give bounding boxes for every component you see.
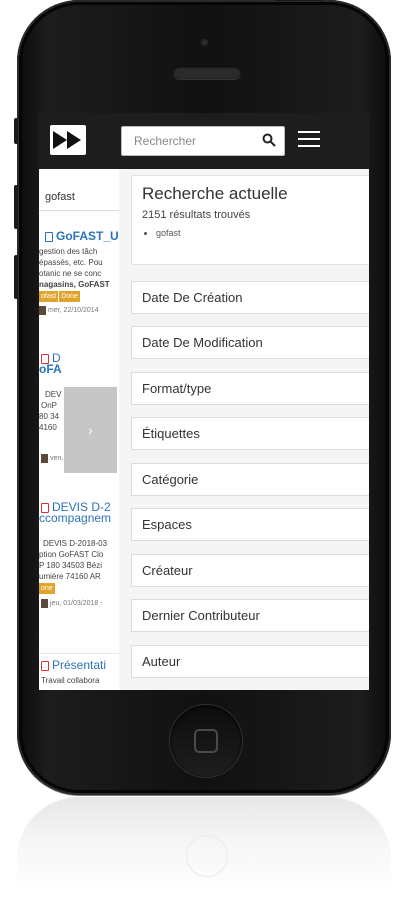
earpiece-speaker: [173, 66, 241, 79]
document-icon: [45, 231, 53, 242]
result-excerpt-line: Travail collabora: [41, 676, 100, 685]
facet-espaces[interactable]: Espaces: [131, 508, 369, 541]
avatar: [41, 598, 48, 608]
result-date: mer, 22/10/2014: [48, 307, 99, 314]
result-excerpt-line: P 180 34503 Bézi: [39, 561, 103, 570]
current-search-title: Recherche actuelle: [142, 184, 288, 203]
search-input[interactable]: [132, 133, 256, 149]
result-excerpt-line: épassés, etc. Pou: [39, 258, 103, 267]
tag-badge[interactable]: Done: [59, 291, 80, 302]
pdf-icon: [41, 660, 49, 671]
tag-badge[interactable]: one: [39, 583, 55, 594]
facet-etiquettes[interactable]: Étiquettes: [131, 417, 369, 450]
home-square-icon: [194, 729, 218, 753]
facet-createur[interactable]: Créateur: [131, 554, 369, 587]
mute-switch: [14, 118, 18, 144]
result-excerpt-line: nagasins, GoFAST: [39, 280, 110, 289]
volume-up-button: [14, 185, 18, 229]
power-button: [275, 0, 323, 1]
fast-forward-logo-icon: [53, 131, 81, 149]
facet-date-modification[interactable]: Date De Modification: [131, 326, 369, 359]
tag-badge[interactable]: ofast: [39, 291, 59, 302]
result-count: 2151 résultats trouvés: [142, 209, 251, 221]
reflection-home-button: [186, 835, 228, 877]
results-list: gofast GoFAST_U gestion des tâch épassés…: [39, 169, 120, 690]
result-title-line2[interactable]: ccompagnem: [39, 512, 119, 524]
result-title[interactable]: Présentati: [52, 658, 106, 672]
front-camera: [200, 37, 209, 46]
volume-down-button: [14, 255, 18, 299]
facet-auteur[interactable]: Auteur: [131, 645, 369, 678]
search-box: [121, 126, 285, 156]
result-excerpt-line: otanic ne se conc: [39, 269, 102, 278]
result-excerpt-line: ption GoFAST Clo: [39, 550, 104, 559]
result-excerpt-line: DEVIS D-2018-03: [43, 539, 108, 548]
search-icon[interactable]: [262, 133, 276, 147]
result-item[interactable]: DEVIS D-2 ccompagnem DEVIS D-2018-03 pti…: [39, 501, 119, 609]
result-excerpt-line: umière 74160 AR: [39, 572, 101, 581]
avatar: [39, 305, 46, 315]
query-field[interactable]: gofast: [39, 183, 119, 211]
next-page-button[interactable]: ›: [64, 387, 117, 473]
result-item[interactable]: Présentati Travail collabora: [39, 653, 119, 686]
facet-panel: Recherche actuelle 2151 résultats trouvé…: [119, 169, 369, 690]
current-search-box: Recherche actuelle 2151 résultats trouvé…: [131, 175, 369, 265]
top-bar: [39, 113, 369, 169]
result-title[interactable]: GoFAST_U: [56, 229, 119, 243]
result-title-line2[interactable]: oFA: [39, 363, 119, 375]
facet-date-creation[interactable]: Date De Création: [131, 281, 369, 314]
result-item[interactable]: GoFAST_U gestion des tâch épassés, etc. …: [39, 229, 119, 316]
app-logo[interactable]: [50, 125, 86, 155]
result-date: jeu, 01/03/2018 -: [50, 600, 103, 607]
phone-screen: gofast GoFAST_U gestion des tâch épassés…: [39, 113, 369, 690]
avatar: [41, 453, 48, 463]
current-terms-list: gofast: [142, 228, 361, 238]
hamburger-menu-icon[interactable]: [298, 131, 320, 149]
facet-categorie[interactable]: Catégorie: [131, 463, 369, 496]
facet-dernier-contributeur[interactable]: Dernier Contributeur: [131, 599, 369, 632]
facet-format-type[interactable]: Format/type: [131, 372, 369, 405]
current-term[interactable]: gofast: [156, 228, 361, 238]
result-excerpt-line: gestion des tâch: [39, 247, 98, 256]
